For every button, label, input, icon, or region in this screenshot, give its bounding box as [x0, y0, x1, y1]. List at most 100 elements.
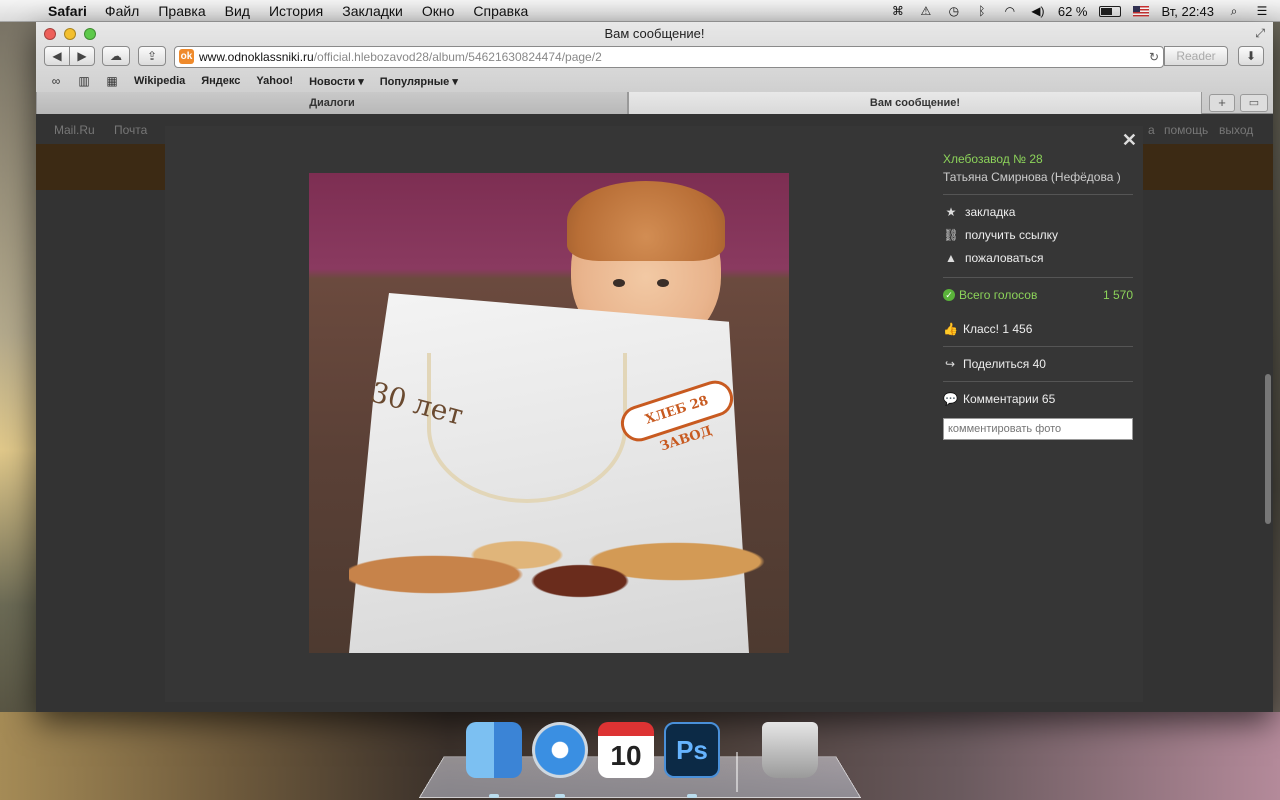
close-icon[interactable]: ✕ [1122, 130, 1137, 151]
comment-input[interactable] [943, 418, 1133, 440]
votes-row[interactable]: ✓ Всего голосов 1 570 [943, 288, 1133, 302]
topbar-help-link[interactable]: помощь [1164, 123, 1208, 137]
topbar-logout-link[interactable]: выход [1219, 123, 1253, 137]
share-arrow-icon: ↪ [944, 357, 956, 371]
calendar-day: 10 [610, 740, 642, 771]
safari-icon[interactable] [532, 722, 588, 778]
safari-window: Вам сообщение! ⤢ ◀ ▶ ☁ ⇪ ok www.odnoklas… [36, 22, 1273, 712]
battery-percent[interactable]: 62 % [1058, 4, 1088, 19]
bookmarks-bar: ∞ ▥ ▦ Wikipedia Яндекс Yahoo! Новости ▾ … [36, 72, 1273, 90]
menu-history[interactable]: История [269, 3, 323, 19]
photo-eye-left [613, 279, 625, 287]
finder-icon[interactable] [466, 722, 522, 778]
votes-label: Всего голосов [959, 288, 1038, 302]
time-machine-icon[interactable]: ◷ [946, 4, 962, 18]
tab-dialogs[interactable]: Диалоги [36, 92, 628, 114]
bookmark-action[interactable]: ★ закладка [943, 205, 1133, 219]
photo[interactable]: 30 лет ХЛЕБ 28 ЗАВОД [309, 173, 789, 653]
page-scrollbar[interactable] [1265, 374, 1271, 524]
group-name-link[interactable]: Хлебозавод № 28 [943, 152, 1133, 166]
share-label: Поделиться 40 [963, 357, 1046, 371]
topbar-partial-text: а [1148, 123, 1155, 137]
tab-message[interactable]: Вам сообщение! [628, 92, 1202, 114]
photoshop-icon[interactable]: Ps [664, 722, 720, 778]
photo-eye-right [657, 279, 669, 287]
menu-edit[interactable]: Правка [158, 3, 205, 19]
warning-icon: ▲ [945, 251, 957, 265]
volume-icon[interactable]: ◀) [1030, 4, 1046, 18]
bookmark-label: закладка [965, 205, 1016, 219]
icloud-tabs-button[interactable]: ☁ [102, 46, 130, 66]
back-button[interactable]: ◀ [44, 46, 70, 66]
clock[interactable]: Вт, 22:43 [1161, 4, 1214, 19]
bookmark-wikipedia[interactable]: Wikipedia [134, 75, 185, 87]
speech-bubble-icon: 💬 [943, 392, 958, 406]
author-name-link[interactable]: Татьяна Смирнова (Нефёдова ) [943, 170, 1133, 184]
check-circle-icon: ✓ [943, 289, 955, 301]
photo-child-hair [567, 181, 725, 261]
thumbs-up-icon: 👍 [943, 322, 958, 336]
klass-label: Класс! 1 456 [963, 322, 1033, 336]
url-path: /official.hlebozavod28/album/54621630824… [313, 50, 602, 64]
apple-menu-icon[interactable] [18, 2, 36, 20]
downloads-button[interactable]: ⬇ [1238, 46, 1264, 66]
window-title: Вам сообщение! [604, 26, 705, 41]
klass-row[interactable]: 👍 Класс! 1 456 [943, 322, 1133, 336]
divider [943, 277, 1133, 278]
fullscreen-icon[interactable]: ⤢ [1255, 26, 1265, 41]
bookmark-news[interactable]: Новости ▾ [309, 75, 364, 88]
forward-button[interactable]: ▶ [69, 46, 95, 66]
bluetooth-icon[interactable]: ᛒ [974, 4, 990, 18]
photo-sidebar: Хлебозавод № 28 Татьяна Смирнова (Нефёдо… [943, 152, 1133, 440]
bookmark-yahoo[interactable]: Yahoo! [256, 75, 293, 87]
reader-button[interactable]: Reader [1164, 46, 1228, 66]
photoshop-running-indicator [687, 794, 697, 798]
bookmarks-book-icon[interactable]: ▥ [76, 74, 92, 88]
reading-list-icon[interactable]: ∞ [48, 74, 64, 88]
trash-icon[interactable] [762, 722, 818, 778]
report-action[interactable]: ▲ пожаловаться [943, 251, 1133, 265]
address-bar[interactable]: ok www.odnoklassniki.ru/official.hleboza… [174, 46, 1164, 68]
menu-window[interactable]: Окно [422, 3, 455, 19]
battery-icon[interactable] [1099, 5, 1122, 17]
toolbar: ◀ ▶ ☁ ⇪ ok www.odnoklassniki.ru/official… [36, 46, 1273, 72]
share-row[interactable]: ↪ Поделиться 40 [943, 357, 1133, 371]
warning-icon[interactable]: ⚠ [918, 4, 934, 18]
votes-count: 1 570 [1102, 288, 1133, 302]
tab-overview-icon[interactable]: ▭ [1240, 94, 1268, 112]
photo-pastries [349, 503, 769, 633]
report-label: пожаловаться [965, 251, 1044, 265]
spotlight-search-icon[interactable]: ⌕ [1226, 4, 1242, 18]
comments-row[interactable]: 💬 Комментарии 65 [943, 392, 1133, 406]
bookmark-popular[interactable]: Популярные ▾ [380, 75, 458, 88]
top-sites-grid-icon[interactable]: ▦ [104, 74, 120, 88]
keyboard-icon[interactable]: ⌘ [890, 4, 906, 18]
share-button[interactable]: ⇪ [138, 46, 166, 66]
divider [943, 194, 1133, 195]
notification-center-icon[interactable]: ☰ [1254, 4, 1270, 18]
menu-bookmarks[interactable]: Закладки [342, 3, 403, 19]
new-tab-button[interactable]: + [1209, 94, 1235, 112]
get-link-action[interactable]: ⛓ получить ссылку [943, 228, 1133, 242]
topbar-mail-link[interactable]: Почта [114, 123, 147, 137]
reload-icon[interactable]: ↻ [1149, 47, 1159, 67]
wifi-icon[interactable]: ◠ [1002, 4, 1018, 18]
photo-viewer-modal: ✕ 30 лет ХЛЕБ 28 ЗАВОД Хлебозавод № 28 Т… [165, 126, 1143, 702]
tab-bar: Диалоги Вам сообщение! + ▭ [36, 92, 1273, 114]
input-source-flag-icon[interactable] [1133, 5, 1150, 17]
bookmark-yandex[interactable]: Яндекс [201, 75, 240, 87]
divider [943, 346, 1133, 347]
menu-file[interactable]: Файл [105, 3, 139, 19]
topbar-mailru-link[interactable]: Mail.Ru [54, 123, 95, 137]
window-titlebar: Вам сообщение! ⤢ ◀ ▶ ☁ ⇪ ok www.odnoklas… [36, 22, 1273, 114]
site-favicon-icon: ok [179, 49, 194, 64]
safari-running-indicator [555, 794, 565, 798]
comments-label: Комментарии 65 [963, 392, 1056, 406]
menu-help[interactable]: Справка [473, 3, 528, 19]
app-menu[interactable]: Safari [48, 3, 87, 19]
desktop-wallpaper-right [1272, 22, 1280, 800]
link-icon: ⛓ [943, 228, 959, 242]
menu-view[interactable]: Вид [225, 3, 250, 19]
desktop-wallpaper [0, 22, 40, 800]
calendar-icon[interactable]: 10 [598, 722, 654, 778]
